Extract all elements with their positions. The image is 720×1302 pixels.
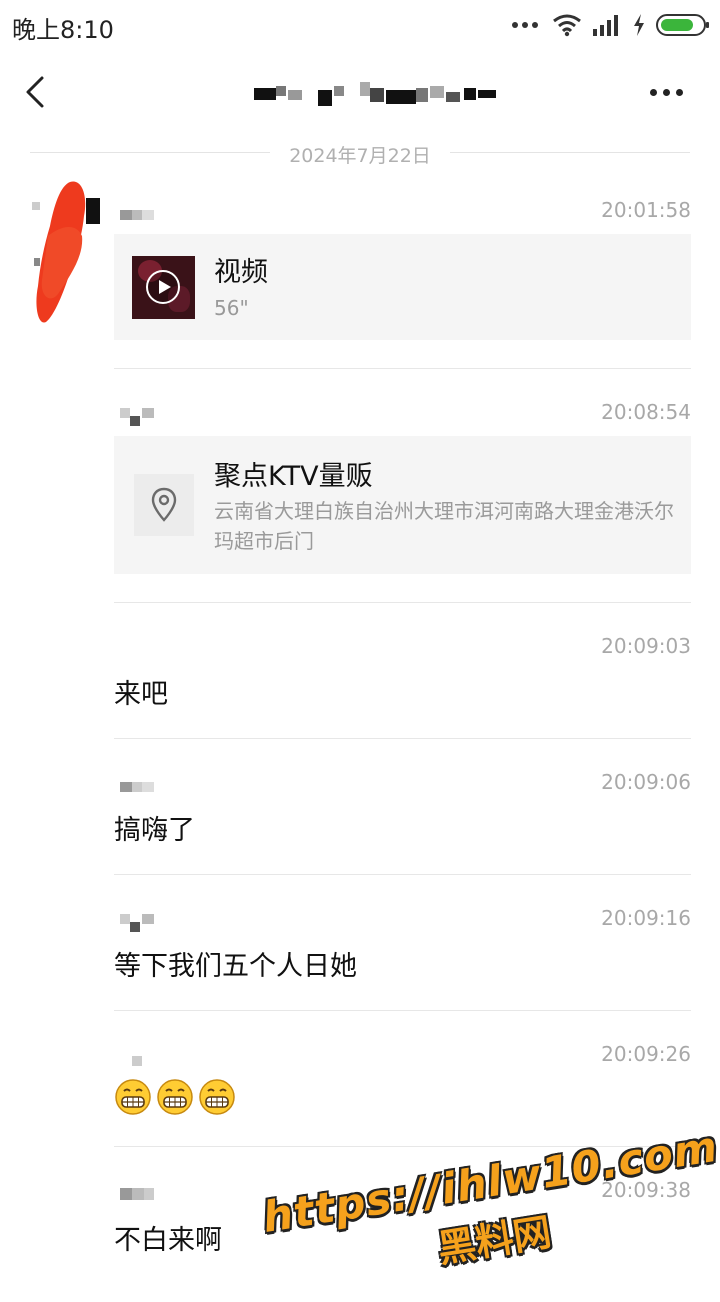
sender-name-redacted [114,198,174,228]
back-icon[interactable] [18,70,58,114]
message-body: 不白来啊 [114,1225,222,1256]
sender-name-redacted [114,1042,174,1072]
status-icons [512,12,709,38]
play-icon [146,270,180,304]
message-time: 20:01:58 [601,198,691,222]
location-address: 云南省大理白族自治州大理市洱河南路大理金港沃尔玛超市后门 [214,499,674,553]
grinning-emoji-icon [157,1079,193,1115]
date-label: 2024年7月22日 [289,145,431,167]
chat-header [0,52,720,132]
message-video: 20:01:58 视频 56" [114,198,691,343]
sender-name-redacted [114,400,174,430]
message-time: 20:09:38 [601,1178,691,1202]
chat-title-redacted [250,82,500,106]
location-card[interactable]: 聚点KTV量贩 云南省大理白族自治州大理市洱河南路大理金港沃尔玛超市后门 [114,436,691,574]
message-body: 搞嗨了 [114,815,195,846]
sender-name-redacted [114,906,174,936]
message-time: 20:08:54 [601,400,691,424]
location-thumbnail [134,474,194,536]
emoji-row [114,1078,236,1116]
grinning-emoji-icon [199,1079,235,1115]
grinning-emoji-icon [115,1079,151,1115]
message-divider [114,1146,691,1147]
date-divider: 2024年7月22日 [30,140,690,167]
sender-name-redacted [114,770,174,800]
video-card[interactable]: 视频 56" [114,234,691,340]
message-text: 20:09:06 搞嗨了 [114,770,691,860]
video-label: 视频 [214,257,268,288]
avatar-redacted [32,181,100,323]
message-divider [114,738,691,739]
message-time: 20:09:16 [601,906,691,930]
message-text: 20:09:03 来吧 [114,634,691,724]
message-time: 20:09:03 [601,634,691,658]
location-name: 聚点KTV量贩 [214,461,373,492]
message-body: 等下我们五个人日她 [114,951,357,982]
video-thumbnail[interactable] [132,256,195,319]
more-options-icon[interactable] [650,82,690,102]
message-location: 20:08:54 聚点KTV量贩 云南省大理白族自治州大理市洱河南路大理金港沃尔… [114,400,691,580]
wifi-icon [553,14,581,37]
sender-name-redacted [114,1178,174,1208]
message-time: 20:09:26 [601,1042,691,1066]
signal-icon [593,15,618,36]
message-emoji: 20:09:26 [114,1042,691,1132]
message-text: 20:09:38 不白来啊 [114,1178,691,1268]
location-pin-icon [151,487,177,522]
message-divider [114,874,691,875]
battery-icon [656,14,709,36]
message-divider [114,602,691,603]
message-divider [114,1010,691,1011]
status-time: 晚上8:10 [12,16,114,44]
video-duration: 56" [214,296,249,320]
more-dots-icon [512,22,538,28]
charging-icon [634,14,644,36]
status-bar: 晚上8:10 [0,0,720,50]
message-text: 20:09:16 等下我们五个人日她 [114,906,691,996]
message-body: 来吧 [114,679,168,710]
message-divider [114,368,691,369]
message-time: 20:09:06 [601,770,691,794]
